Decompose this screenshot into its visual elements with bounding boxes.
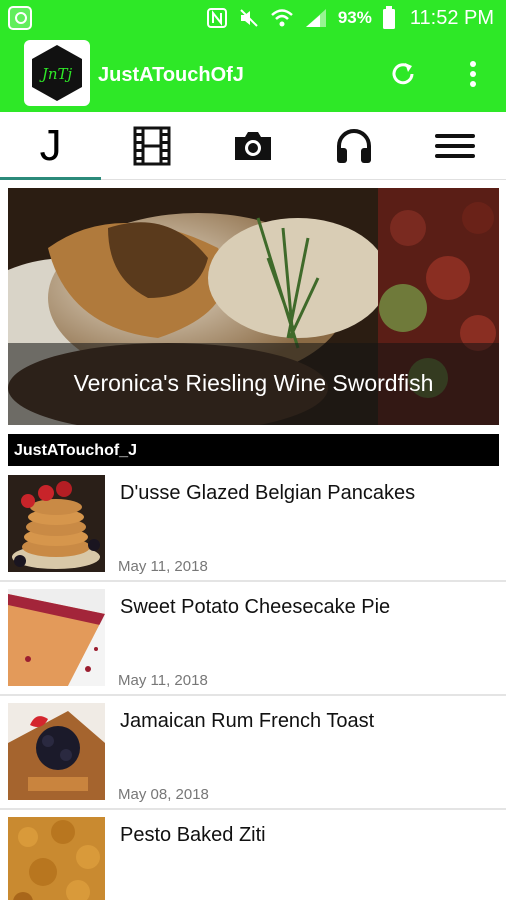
refresh-icon [392, 63, 414, 85]
featured-post-title: Veronica's Riesling Wine Swordfish [73, 370, 434, 396]
status-bar: 93% 11:52 PM [0, 0, 506, 36]
app-bar: JnTj JustATouchOfJ [0, 36, 506, 112]
more-vertical-icon [470, 61, 476, 87]
app-logo: JnTj [24, 40, 90, 106]
list-item[interactable]: Pesto Baked Ziti [0, 810, 506, 900]
mute-icon [238, 7, 260, 29]
battery-percent: 93% [337, 8, 372, 27]
nfc-icon [206, 7, 228, 29]
post-title: D'usse Glazed Belgian Pancakes [120, 482, 416, 504]
tab-videos[interactable] [101, 112, 202, 180]
overflow-menu-button[interactable] [460, 56, 486, 92]
wifi-icon [270, 7, 294, 29]
headphones-icon [337, 129, 372, 163]
post-title: Sweet Potato Cheesecake Pie [120, 596, 391, 618]
post-thumbnail [8, 589, 105, 686]
tab-audio[interactable] [304, 112, 405, 180]
hamburger-menu-icon [435, 134, 476, 158]
post-date: May 11, 2018 [118, 558, 208, 575]
camera-icon [234, 132, 271, 160]
post-thumbnail [8, 475, 105, 572]
post-title: Jamaican Rum French Toast [120, 710, 375, 732]
tab-menu[interactable] [405, 112, 506, 180]
tab-photos[interactable] [202, 112, 303, 180]
app-title: JustATouchOfJ [98, 64, 244, 86]
post-thumbnail [8, 817, 105, 900]
refresh-button[interactable] [385, 56, 421, 92]
section-header: JustATouchof_J [8, 434, 499, 466]
list-item[interactable]: Jamaican Rum French Toast May 08, 2018 [0, 696, 506, 810]
notification-icon [8, 6, 32, 30]
list-item[interactable]: Sweet Potato Cheesecake Pie May 11, 2018 [0, 582, 506, 696]
post-date: May 08, 2018 [118, 786, 209, 803]
list-item[interactable]: D'usse Glazed Belgian Pancakes May 11, 2… [0, 468, 506, 582]
tab-journal[interactable]: J [0, 112, 102, 180]
post-thumbnail [8, 703, 105, 800]
clock: 11:52 PM [409, 6, 494, 29]
svg-text:JnTj: JnTj [39, 65, 73, 83]
film-icon [133, 126, 171, 166]
signal-icon [304, 7, 328, 29]
tab-bar: J [0, 112, 506, 180]
post-date: May 11, 2018 [118, 672, 208, 689]
battery-icon [382, 6, 396, 30]
j-letter-icon: J [39, 121, 62, 170]
status-icons: 93% 11:52 PM [206, 0, 494, 36]
post-list: D'usse Glazed Belgian Pancakes May 11, 2… [0, 468, 506, 900]
post-title: Pesto Baked Ziti [120, 824, 266, 846]
featured-post[interactable]: Veronica's Riesling Wine Swordfish [8, 188, 499, 425]
